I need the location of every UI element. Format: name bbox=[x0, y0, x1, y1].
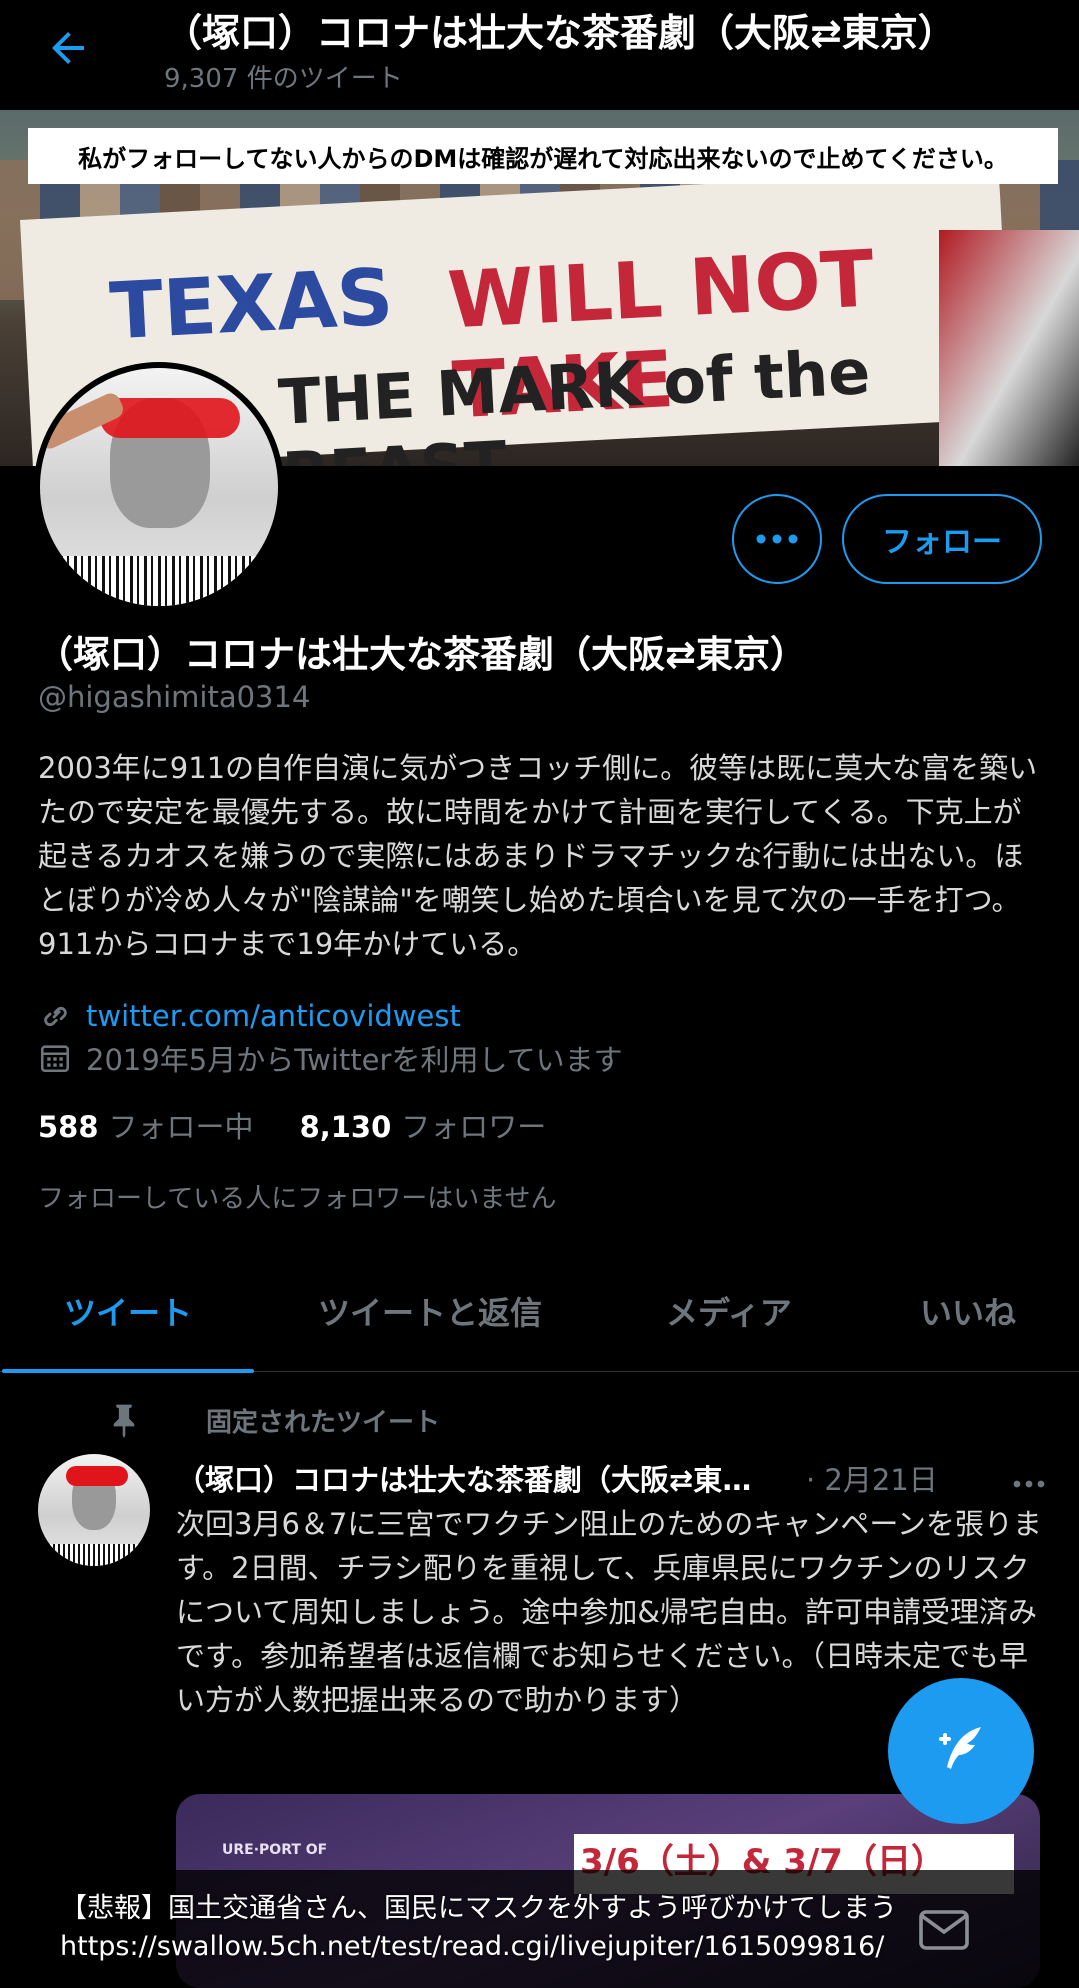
tab-tweets-and-replies[interactable]: ツイートと返信 bbox=[318, 1288, 542, 1334]
profile-avatar[interactable] bbox=[34, 362, 284, 612]
profile-header: （塚口）コロナは壮大な茶番劇（大阪⇄東京） 9,307 件のツイート bbox=[0, 0, 1079, 110]
tweet-avatar-red-mark bbox=[66, 1466, 128, 1486]
user-handle: @higashimita0314 bbox=[38, 680, 311, 714]
profile-tabs: ツイート ツイートと返信 メディア いいね bbox=[0, 1268, 1079, 1373]
calendar-icon bbox=[40, 1045, 70, 1073]
following-count: 588 bbox=[38, 1110, 99, 1144]
display-name: （塚口）コロナは壮大な茶番劇（大阪⇄東京） bbox=[36, 633, 808, 676]
tweet-count: 9,307 件のツイート bbox=[164, 64, 403, 94]
follow-stats: 588 フォロー中 8,130 フォロワー bbox=[38, 1104, 546, 1146]
avatar-barcode bbox=[60, 556, 260, 606]
arrow-left-icon bbox=[52, 32, 84, 64]
known-followers-text: フォローしている人にフォロワーはいません bbox=[38, 1184, 557, 1214]
tab-tweets[interactable]: ツイート bbox=[64, 1288, 192, 1334]
tweet-text: 次回3月6＆7に三宮でワクチン阻止のためのキャンペーンを張ります。2日間、チラシ… bbox=[176, 1507, 1042, 1717]
joined-date-row: 2019年5月からTwitterを利用しています bbox=[38, 1038, 623, 1078]
pinned-label-row: 固定されたツイート bbox=[108, 1400, 440, 1440]
tweet-more-button[interactable] bbox=[1012, 1462, 1046, 1496]
back-button[interactable] bbox=[44, 24, 92, 72]
following-label: フォロー中 bbox=[108, 1110, 254, 1144]
tweet-date[interactable]: · 2月21日 bbox=[806, 1457, 938, 1499]
profile-link[interactable]: twitter.com/anticovidwest bbox=[86, 999, 461, 1033]
link-icon bbox=[44, 1006, 67, 1027]
compose-tweet-button[interactable] bbox=[888, 1678, 1034, 1824]
follow-button[interactable]: フォロー bbox=[842, 494, 1042, 584]
tweet-header: （塚口）コロナは壮大な茶番劇（大阪⇄東京） · 2月21日 bbox=[176, 1456, 1046, 1500]
tab-likes[interactable]: いいね bbox=[920, 1288, 1016, 1334]
banner-sign-text-texas: TEXAS bbox=[107, 252, 396, 358]
caption-title: 【悲報】国土交通省さん、国民にマスクを外すよう呼びかけてしまう bbox=[60, 1893, 897, 1924]
followers-count: 8,130 bbox=[299, 1110, 392, 1144]
following-link[interactable]: 588 フォロー中 bbox=[38, 1104, 254, 1146]
more-horizontal-icon bbox=[1013, 1480, 1045, 1488]
pinned-label: 固定されたツイート bbox=[206, 1407, 441, 1438]
joined-date: 2019年5月からTwitterを利用しています bbox=[86, 1043, 623, 1077]
more-horizontal-icon bbox=[756, 534, 798, 544]
profile-bio: 2003年に911の自作自演に気がつきコッチ側に。彼等は既に莫大な富を築いたので… bbox=[38, 751, 1038, 961]
caption-url: https://swallow.5ch.net/test/read.cgi/li… bbox=[60, 1931, 885, 1962]
tweet-avatar-barcode bbox=[48, 1544, 138, 1566]
compose-quill-icon bbox=[939, 1727, 981, 1769]
tweet-author-avatar[interactable] bbox=[38, 1454, 150, 1566]
header-title: （塚口）コロナは壮大な茶番劇（大阪⇄東京） bbox=[164, 11, 956, 55]
pin-icon bbox=[113, 1404, 135, 1438]
tab-media[interactable]: メディア bbox=[666, 1288, 792, 1334]
followers-label: フォロワー bbox=[401, 1110, 547, 1144]
banner-flag bbox=[939, 230, 1079, 466]
tweet-author-name[interactable]: （塚口）コロナは壮大な茶番劇（大阪⇄東京） bbox=[176, 1457, 776, 1499]
followers-link[interactable]: 8,130 フォロワー bbox=[300, 1104, 547, 1146]
overlay-caption: 【悲報】国土交通省さん、国民にマスクを外すよう呼びかけてしまう https://… bbox=[60, 1890, 1060, 1966]
profile-link-row[interactable]: twitter.com/anticovidwest bbox=[38, 996, 461, 1036]
more-options-button[interactable] bbox=[732, 494, 822, 584]
banner-notice: 私がフォローしてない人からのDMは確認が遅れて対応出来ないので止めてください。 bbox=[28, 128, 1058, 184]
active-tab-indicator bbox=[2, 1369, 254, 1373]
media-sign-text: URE·PORT OF bbox=[222, 1842, 328, 1858]
